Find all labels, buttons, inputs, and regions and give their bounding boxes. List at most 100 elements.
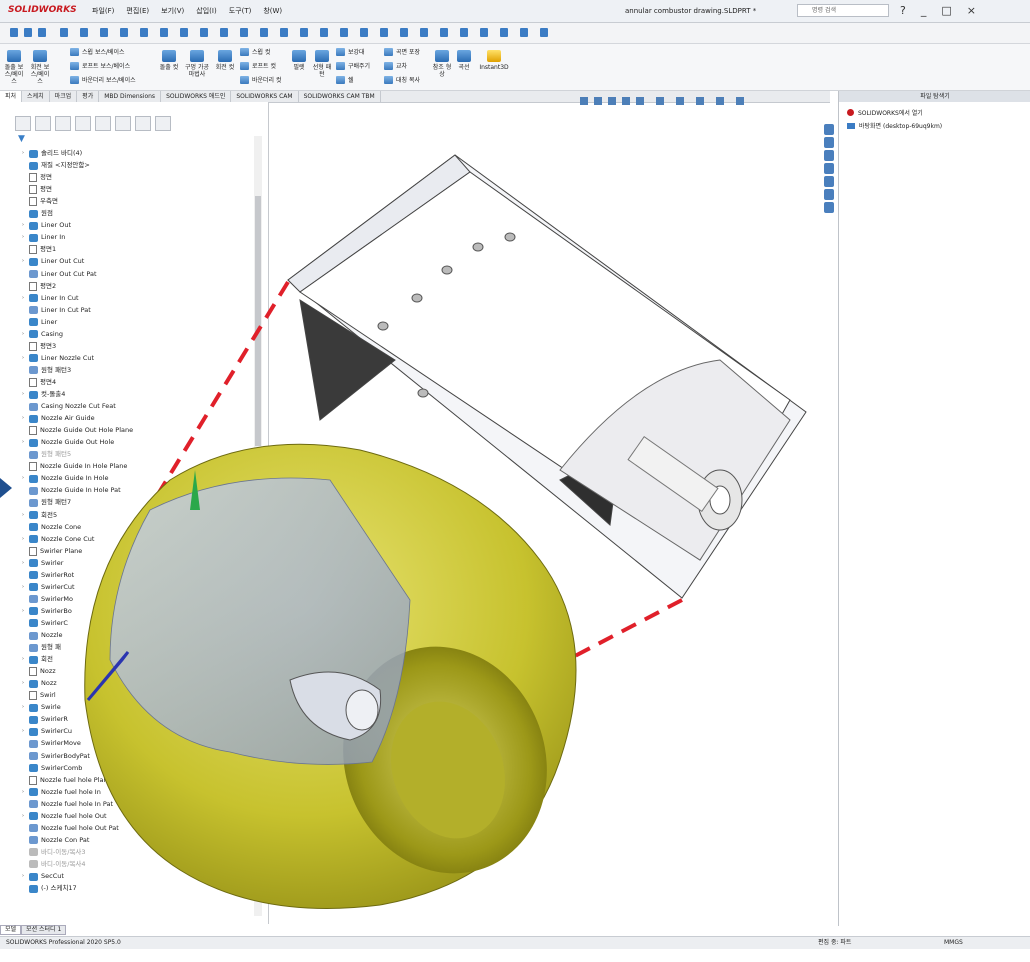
tree-node[interactable]: › Swirler [22,558,63,569]
expand-arrow-icon[interactable]: › [22,473,29,484]
tree-node[interactable]: 평면3 [22,341,56,352]
wrap-button[interactable]: 곡면 포장 [384,47,420,56]
tree-node[interactable]: Casing Nozzle Cut Feat [22,401,116,412]
tree-node[interactable]: 평면 [22,184,52,195]
tree-node[interactable]: › SwirlerBo [22,606,72,617]
mirror-button[interactable]: 대칭 복사 [384,75,420,84]
tree-node[interactable]: Nozzle fuel hole In Pat [22,799,113,810]
tab-features[interactable]: 피처 [0,91,23,102]
reference-geometry-button[interactable]: 참조 형상 [432,50,452,78]
expand-arrow-icon[interactable]: › [22,871,29,882]
expand-arrow-icon[interactable]: › [22,582,29,593]
unit-system-dropdown[interactable]: MMGS [944,937,963,949]
tree-node[interactable]: Swirler Plane [22,546,82,557]
tree-node[interactable]: 원형 패턴3 [22,365,71,376]
lofted-boss-button[interactable]: 로프트 보스/베이스 [70,61,130,70]
appearances-tab-icon[interactable] [824,176,834,187]
boundary-boss-button[interactable]: 바운더리 보스/베이스 [70,75,136,84]
tree-node[interactable]: › Liner Nozzle Cut [22,353,94,364]
swept-cut-button[interactable]: 스윕 컷 [240,47,270,56]
design-library-tab-icon[interactable] [824,137,834,148]
tree-node[interactable]: 원형 패턴7 [22,497,71,508]
tab-cam-tbm[interactable]: SOLIDWORKS CAM TBM [299,91,381,102]
tab-sketch[interactable]: 스케치 [22,91,50,102]
expand-arrow-icon[interactable]: › [22,256,29,267]
file-explorer-tab-icon[interactable] [824,150,834,161]
tree-node[interactable]: › Nozzle fuel hole Out [22,811,107,822]
instant3d-button[interactable]: Instant3D [478,50,510,71]
extruded-cut-button[interactable]: 돌출 컷 [158,50,180,71]
tree-node[interactable]: Nozz [22,666,56,677]
property-manager-tab-icon[interactable] [35,116,51,131]
expand-arrow-icon[interactable]: › [22,329,29,340]
shell-button[interactable]: 쉘 [336,75,354,84]
menu-view[interactable]: 보기(V) [161,6,184,16]
cam-feature-tab-icon[interactable] [115,116,131,131]
tree-node[interactable]: SwirlerR [22,714,68,725]
menu-tools[interactable]: 도구(T) [229,6,252,16]
tab-markup[interactable]: 마크업 [50,91,78,102]
resources-tab-icon[interactable] [824,124,834,135]
tree-node[interactable]: 정면 [22,172,52,183]
tab-motion-study[interactable]: 모션 스터디 1 [21,925,67,935]
menu-insert[interactable]: 삽입(I) [196,6,216,16]
command-search-input[interactable]: 명령 검색 [797,4,889,17]
boundary-cut-button[interactable]: 바운더리 컷 [240,75,282,84]
expand-arrow-icon[interactable]: › [22,148,29,159]
tree-node[interactable]: 우측면 [22,196,58,207]
tree-node[interactable]: Nozzle fuel hole Out Pat [22,823,119,834]
tree-node[interactable]: 원형 패턴5 [22,449,71,460]
fillet-button[interactable]: 필렛 [290,50,308,71]
view-tool-icons[interactable] [580,96,780,106]
tree-node[interactable]: › Swirle [22,702,61,713]
heads-up-view-toolbar[interactable] [580,96,780,109]
tree-node[interactable]: › 컷-돌출4 [22,389,65,400]
tree-node[interactable]: › SwirlerCut [22,582,75,593]
expand-arrow-icon[interactable]: › [22,510,29,521]
tree-node[interactable]: Nozzle Guide Out Hole Plane [22,425,133,436]
tree-node[interactable]: Nozzle fuel hole Plane [22,775,112,786]
sketch-tools-icons[interactable] [0,23,560,43]
tree-node[interactable]: Nozzle Guide In Hole Pat [22,485,121,496]
tree-node[interactable]: Liner [22,317,57,328]
display-manager-tab-icon[interactable] [95,116,111,131]
hole-wizard-button[interactable]: 구멍 가공 마법사 [184,50,210,78]
tree-node[interactable]: 재질 <지정안함> [22,160,90,171]
tree-node[interactable]: 평면1 [22,244,56,255]
custom-properties-tab-icon[interactable] [824,189,834,200]
expand-arrow-icon[interactable]: › [22,726,29,737]
close-button[interactable]: × [967,4,976,17]
cam-operation-tab-icon[interactable] [135,116,151,131]
expand-arrow-icon[interactable]: › [22,558,29,569]
tree-node[interactable]: › Liner Out [22,220,71,231]
expand-arrow-icon[interactable]: › [22,413,29,424]
expand-arrow-icon[interactable]: › [22,232,29,243]
tree-node[interactable]: 바디-이동/복사4 [22,859,86,870]
expand-arrow-icon[interactable]: › [22,678,29,689]
expand-arrow-icon[interactable]: › [22,293,29,304]
expand-arrow-icon[interactable]: › [22,654,29,665]
tree-node[interactable]: › Liner In [22,232,65,243]
tree-node[interactable]: › Nozzle fuel hole In [22,787,101,798]
expand-arrow-icon[interactable]: › [22,437,29,448]
configuration-manager-tab-icon[interactable] [55,116,71,131]
extruded-boss-button[interactable]: 돌출 보스/베이스 [4,50,24,85]
revolved-cut-button[interactable]: 회전 컷 [214,50,236,71]
feature-manager-tab-icon[interactable] [15,116,31,131]
tree-node[interactable]: SwirlerMove [22,738,81,749]
tree-scrollbar[interactable] [254,136,262,916]
scrollbar-thumb[interactable] [255,196,261,446]
tree-node[interactable]: Nozzle [22,630,62,641]
tab-evaluate[interactable]: 평가 [77,91,100,102]
tree-node[interactable]: SwirlerComb [22,763,82,774]
tree-node[interactable]: SwirlerC [22,618,68,629]
minimize-button[interactable]: _ [921,4,927,17]
tree-node[interactable]: › SecCut [22,871,64,882]
dimxpert-tab-icon[interactable] [75,116,91,131]
tree-node[interactable]: Liner Out Cut Pat [22,269,97,280]
tree-node[interactable]: › 회전 [22,654,53,665]
tree-node[interactable]: › Nozzle Cone Cut [22,534,94,545]
tree-node[interactable]: 원형 패 [22,642,61,653]
expand-arrow-icon[interactable]: › [22,811,29,822]
tree-node[interactable]: › Nozzle Air Guide [22,413,95,424]
